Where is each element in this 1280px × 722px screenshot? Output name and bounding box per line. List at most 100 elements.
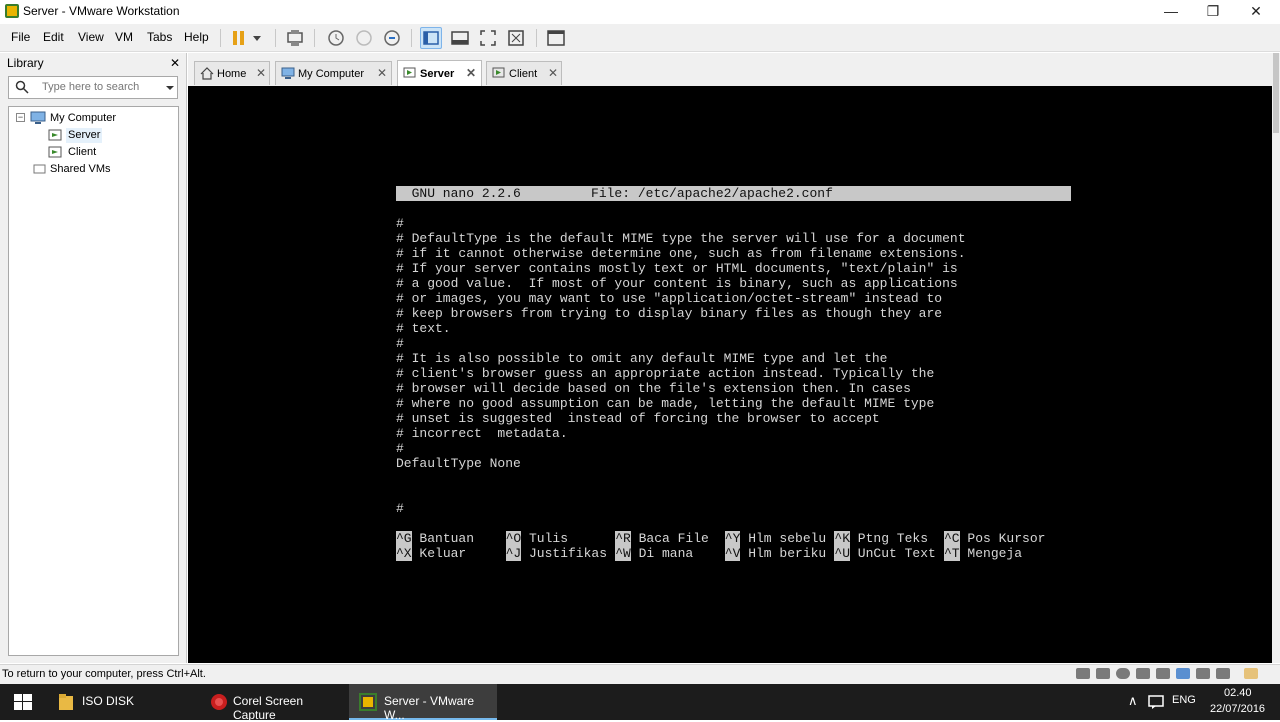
library-view-icon[interactable] — [545, 27, 567, 49]
terminal-line: DefaultType None — [396, 456, 521, 471]
terminal-line: # client's browser guess an appropriate … — [396, 366, 935, 381]
tree-item-shared-vms[interactable]: Shared VMs — [50, 162, 111, 177]
snapshot-manager-icon[interactable] — [380, 27, 402, 49]
terminal-line: # incorrect metadata. — [396, 426, 568, 441]
nano-shortcut-key: ^Y — [724, 531, 741, 546]
nano-shortcut: ^R Baca File — [615, 531, 709, 546]
scrollbar-thumb[interactable] — [1273, 53, 1279, 133]
nano-shortcut-label: UnCut Text — [850, 546, 936, 561]
windows-start-icon[interactable] — [14, 694, 32, 713]
tab-home-label: Home — [217, 68, 247, 80]
restore-button[interactable]: ❐ — [1190, 0, 1236, 24]
tab-client-label: Client — [509, 68, 538, 80]
language-indicator[interactable]: ENG — [1172, 694, 1196, 706]
send-ctrl-alt-del-icon[interactable] — [284, 27, 306, 49]
taskbar-iso-disk[interactable]: ISO DISK — [48, 684, 198, 720]
library-tree: − My Computer Server Client Shared VMs — [8, 106, 179, 656]
clock-time[interactable]: 02.40 — [1224, 687, 1252, 699]
menu-help[interactable]: Help — [184, 30, 209, 44]
shared-vms-icon — [32, 162, 48, 179]
vertical-scrollbar[interactable] — [1272, 53, 1280, 663]
tree-collapse-toggle[interactable]: − — [16, 113, 25, 122]
tab-client[interactable]: Client ✕ — [486, 61, 562, 85]
library-close-button[interactable]: ✕ — [170, 56, 180, 70]
notification-icon[interactable] — [1148, 694, 1164, 713]
nano-shortcut-key: ^C — [944, 531, 960, 546]
pause-icon[interactable] — [228, 27, 250, 49]
message-icon[interactable] — [1244, 668, 1258, 679]
snapshot-icon[interactable] — [324, 27, 346, 49]
taskbar-item-label: Server - VMware W... — [384, 694, 475, 722]
nano-shortcut-key: ^K — [834, 531, 850, 546]
library-search-input[interactable]: Type here to search — [8, 76, 178, 99]
minimize-button[interactable]: — — [1148, 0, 1194, 24]
home-icon — [200, 67, 214, 83]
toolbar-separator — [275, 29, 276, 47]
clock-date[interactable]: 22/07/2016 — [1210, 703, 1265, 715]
tree-item-my-computer[interactable]: My Computer — [50, 111, 116, 126]
nano-shortcut-label: Justifikas — [521, 546, 608, 561]
network-adapter-icon[interactable] — [1176, 668, 1190, 679]
dropdown-icon[interactable] — [250, 27, 264, 49]
taskbar-corel-screen-capture[interactable]: Corel Screen Capture — [198, 684, 346, 722]
nano-shortcut-key: ^U — [834, 546, 850, 561]
nano-header: GNU nano 2.2.6 File: /etc/apache2/apache… — [396, 186, 1071, 201]
terminal-line: # unset is suggested instead of forcing … — [396, 411, 880, 426]
nano-shortcut-label: Ptng Teks — [850, 531, 929, 546]
revert-snapshot-icon[interactable] — [352, 27, 374, 49]
network-icon[interactable] — [1136, 668, 1150, 679]
toolbar-separator — [411, 29, 412, 47]
nano-shortcut: ^T Mengeja — [944, 546, 1022, 561]
nano-shortcut: ^C Pos Kursor — [944, 531, 1045, 546]
tab-my-computer-label: My Computer — [298, 68, 365, 80]
fullscreen-icon[interactable] — [449, 27, 471, 49]
usb-icon[interactable] — [1156, 668, 1170, 679]
terminal-text[interactable]: # # DefaultType is the default MIME type … — [396, 201, 966, 516]
terminal-line: # a good value. If most of your content … — [396, 276, 958, 291]
terminal-line: # — [396, 216, 404, 231]
menu-edit[interactable]: Edit — [43, 30, 64, 44]
cd-drive-icon[interactable] — [1116, 668, 1130, 679]
taskbar-vmware-server[interactable]: Server - VMware W... — [349, 684, 497, 722]
terminal-line: # It is also possible to omit any defaul… — [396, 351, 888, 366]
thumbnail-icon[interactable] — [505, 27, 527, 49]
chevron-down-icon[interactable] — [165, 79, 175, 98]
cd-drive-icon[interactable] — [1096, 668, 1110, 679]
chevron-up-icon[interactable]: ∧ — [1128, 693, 1138, 709]
nano-shortcut: ^V Hlm beriku — [724, 546, 827, 561]
hard-disk-icon[interactable] — [1076, 668, 1090, 679]
nano-shortcut-key: ^O — [505, 531, 522, 546]
unity-icon[interactable] — [477, 27, 499, 49]
menu-bar: File Edit View VM Tabs Help — [0, 24, 1280, 52]
tree-item-server[interactable]: Server — [66, 128, 103, 143]
menu-view[interactable]: View — [78, 30, 104, 44]
tab-home-close-icon[interactable]: ✕ — [256, 66, 266, 80]
printer-icon[interactable] — [1196, 668, 1210, 679]
menu-file[interactable]: File — [11, 30, 30, 44]
menu-vm[interactable]: VM — [115, 30, 133, 44]
display-icon[interactable] — [1216, 668, 1230, 679]
nano-shortcut: ^W Di mana — [615, 546, 693, 561]
nano-shortcut: ^O Tulis — [505, 531, 568, 546]
terminal-line: # text. — [396, 321, 451, 336]
nano-shortcut-key: ^T — [944, 546, 960, 561]
tab-my-computer-close-icon[interactable]: ✕ — [377, 66, 387, 80]
console-view-icon[interactable] — [420, 27, 442, 49]
tree-item-client[interactable]: Client — [68, 145, 96, 160]
menu-tabs[interactable]: Tabs — [147, 30, 172, 44]
tab-server-close-icon[interactable]: ✕ — [466, 66, 476, 80]
tab-client-close-icon[interactable]: ✕ — [548, 66, 558, 80]
nano-shortcut-label: Hlm beriku — [740, 546, 827, 561]
tab-my-computer[interactable]: My Computer ✕ — [275, 61, 392, 85]
tab-server[interactable]: Server ✕ — [397, 60, 482, 86]
folder-icon — [58, 693, 74, 714]
tab-home[interactable]: Home ✕ — [194, 61, 270, 85]
status-message: To return to your computer, press Ctrl+A… — [2, 668, 206, 680]
close-button[interactable]: ✕ — [1233, 0, 1279, 24]
search-placeholder: Type here to search — [42, 81, 140, 93]
terminal-line: # browser will decide based on the file'… — [396, 381, 911, 396]
toolbar-separator — [536, 29, 537, 47]
vmware-icon — [359, 693, 377, 714]
terminal-line: # — [396, 441, 404, 456]
